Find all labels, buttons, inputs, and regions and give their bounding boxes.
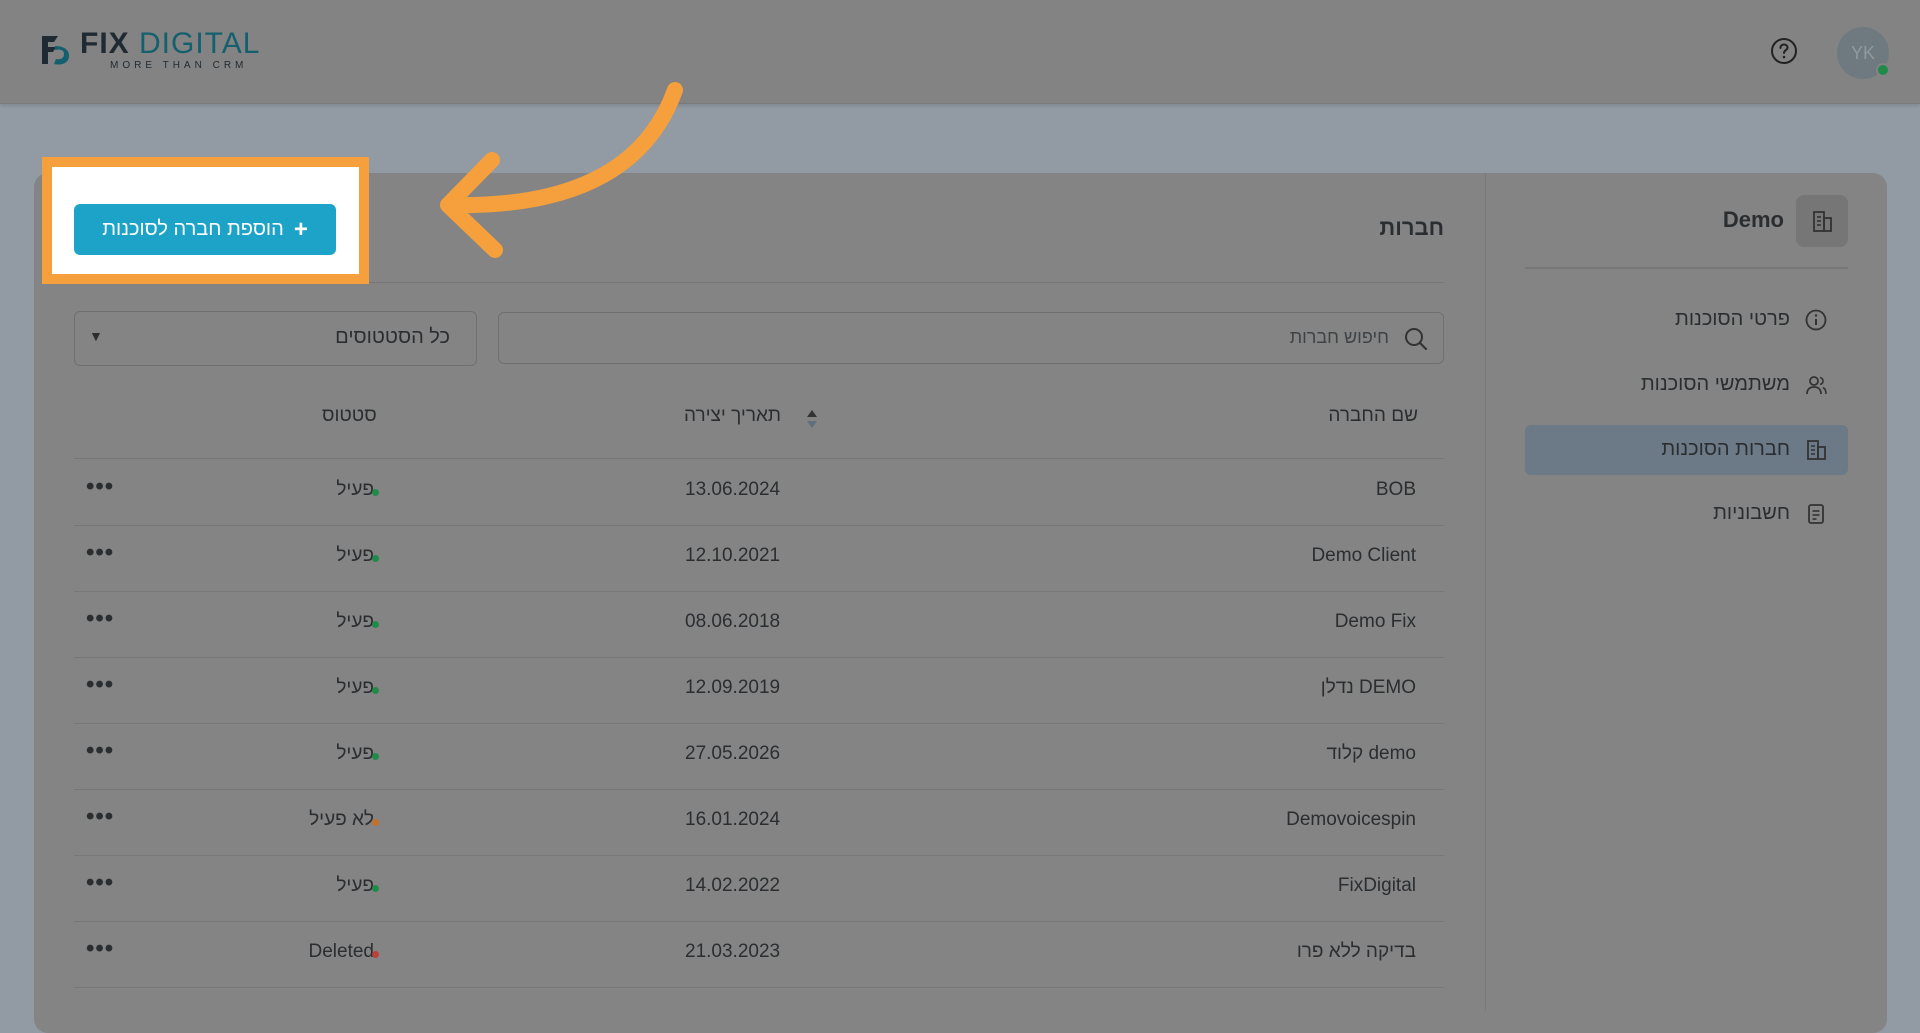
logo[interactable]: FIX DIGITAL MORE THAN CRM <box>38 29 260 71</box>
page-title: חברות <box>1379 215 1444 240</box>
company-name[interactable]: בדיקה ללא פרו <box>1297 941 1416 963</box>
more-actions-icon[interactable]: ••• <box>86 539 114 567</box>
brand-name-fix: FIX <box>80 27 130 60</box>
status-dot <box>372 819 379 826</box>
top-bar: FIX DIGITAL MORE THAN CRM YK <box>0 0 1920 104</box>
status-text: פעיל <box>336 677 374 698</box>
created-date: 16.01.2024 <box>685 809 781 830</box>
status-text: פעיל <box>336 545 374 566</box>
building-icon <box>1807 440 1826 460</box>
company-name[interactable]: FixDigital <box>1338 875 1416 897</box>
brand-name: FIX DIGITAL <box>80 29 260 59</box>
more-actions-icon[interactable]: ••• <box>86 473 114 501</box>
sidebar-item-invoices[interactable]: חשבוניות <box>1525 489 1848 539</box>
brand-tagline: MORE THAN CRM <box>110 60 248 71</box>
column-header-name[interactable]: שם החברה <box>1328 405 1418 427</box>
sidebar-rule <box>1525 267 1848 269</box>
created-date: 27.05.2026 <box>685 743 781 764</box>
status-dot <box>372 951 379 958</box>
created-date: 13.06.2024 <box>685 479 781 500</box>
more-actions-icon[interactable]: ••• <box>86 869 114 897</box>
created-date: 08.06.2018 <box>685 611 781 632</box>
sidebar-item-label: משתמשי הסוכנות <box>1640 373 1790 395</box>
sidebar-divider <box>1485 173 1486 1011</box>
created-date: 12.09.2019 <box>685 677 781 698</box>
sidebar-item-agency-companies[interactable]: חברות הסוכנות <box>1525 425 1848 475</box>
status-dot <box>372 621 379 628</box>
table-row[interactable]: בדיקה ללא פרו 21.03.2023 Deleted ••• <box>74 921 1444 988</box>
status-text: פעיל <box>336 479 374 500</box>
sidebar-item-agency-details[interactable]: פרטי הסוכנות <box>1525 295 1848 345</box>
users-icon <box>1806 376 1827 395</box>
status-text: פעיל <box>336 743 374 764</box>
search-placeholder: חיפוש חברות <box>1289 327 1389 347</box>
add-company-label: הוספת חברה לסוכנות <box>102 218 284 240</box>
sort-icon[interactable] <box>805 408 819 430</box>
table-row[interactable]: demo קלוד 27.05.2026 פעיל ••• <box>74 723 1444 790</box>
status-text: לא פעיל <box>309 809 374 830</box>
column-header-status[interactable]: סטטוס <box>322 405 377 427</box>
agency-icon-box <box>1796 195 1848 247</box>
company-name[interactable]: Demovoicespin <box>1286 809 1416 831</box>
table-row[interactable]: FixDigital 14.02.2022 פעיל ••• <box>74 855 1444 922</box>
status-dot <box>372 489 379 496</box>
sidebar-item-agency-users[interactable]: משתמשי הסוכנות <box>1525 360 1848 410</box>
agency-name: Demo <box>1722 207 1784 232</box>
company-name[interactable]: BOB <box>1376 479 1416 501</box>
sidebar-item-label: פרטי הסוכנות <box>1675 308 1790 330</box>
user-avatar[interactable]: YK <box>1837 27 1890 79</box>
chevron-down-icon: ▼ <box>89 328 103 344</box>
brand-name-digital: DIGITAL <box>139 27 261 60</box>
add-company-button[interactable]: + הוספת חברה לסוכנות <box>74 204 336 255</box>
more-actions-icon[interactable]: ••• <box>86 803 114 831</box>
sidebar-item-label: חשבוניות <box>1713 502 1790 524</box>
plus-icon: + <box>293 215 308 243</box>
status-dot <box>372 555 379 562</box>
status-dot <box>372 687 379 694</box>
status-dot <box>372 885 379 892</box>
more-actions-icon[interactable]: ••• <box>86 671 114 699</box>
status-dot <box>372 753 379 760</box>
table-row[interactable]: BOB 13.06.2024 פעיל ••• <box>74 459 1444 526</box>
online-status-dot <box>1876 63 1890 77</box>
table-row[interactable]: Demovoicespin 16.01.2024 לא פעיל ••• <box>74 789 1444 856</box>
status-text: פעיל <box>336 875 374 896</box>
document-icon <box>1808 504 1824 524</box>
column-header-created[interactable]: תאריך יצירה <box>684 405 781 427</box>
created-date: 21.03.2023 <box>685 941 781 962</box>
table-row[interactable]: DEMO נדלן 12.09.2019 פעיל ••• <box>74 657 1444 724</box>
status-filter-select[interactable]: כל הסטטוסים ▼ <box>74 311 477 366</box>
search-input[interactable]: חיפוש חברות <box>498 312 1444 364</box>
search-icon <box>1405 328 1428 351</box>
company-name[interactable]: Demo Fix <box>1335 611 1416 633</box>
company-name[interactable]: Demo Client <box>1311 545 1416 567</box>
avatar-initials: YK <box>1850 42 1875 63</box>
table-row[interactable]: Demo Client 12.10.2021 פעיל ••• <box>74 525 1444 592</box>
logo-mark-icon <box>42 36 70 65</box>
status-filter-value: כל הסטטוסים <box>335 326 450 348</box>
more-actions-icon[interactable]: ••• <box>86 935 114 963</box>
company-name[interactable]: DEMO נדלן <box>1321 677 1416 699</box>
created-date: 14.02.2022 <box>685 875 781 896</box>
created-date: 12.10.2021 <box>685 545 781 566</box>
sidebar-header: Demo <box>1525 195 1848 247</box>
info-icon <box>1805 309 1827 331</box>
more-actions-icon[interactable]: ••• <box>86 737 114 765</box>
sidebar-item-label: חברות הסוכנות <box>1661 438 1790 460</box>
company-name[interactable]: demo קלוד <box>1326 743 1416 765</box>
question-circle-icon[interactable] <box>1770 37 1798 65</box>
table-row[interactable]: Demo Fix 08.06.2018 פעיל ••• <box>74 591 1444 658</box>
status-text: פעיל <box>336 611 374 632</box>
pointer-arrow-icon <box>440 82 683 258</box>
building-icon <box>1813 211 1832 232</box>
status-text: Deleted <box>308 941 375 962</box>
more-actions-icon[interactable]: ••• <box>86 605 114 633</box>
